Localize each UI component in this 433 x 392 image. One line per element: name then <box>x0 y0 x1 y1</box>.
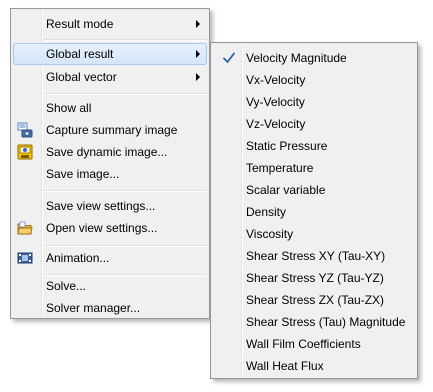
menu-separator <box>44 93 207 95</box>
menu-item-label: Velocity Magnitude <box>246 51 347 65</box>
menu-item-capture-summary-image[interactable]: Capture summary image <box>13 119 207 141</box>
menu-item-label: Density <box>246 205 287 219</box>
menu-item-label: Viscosity <box>246 227 294 241</box>
menu-item-label: Shear Stress ZX (Tau-ZX) <box>246 293 385 307</box>
menu-item-label: Vy-Velocity <box>246 95 305 109</box>
checkmark-icon <box>223 52 235 63</box>
menu-item-label: Global vector <box>46 70 117 84</box>
menu-separator <box>44 190 207 192</box>
submenu-item-shear-stress-yz[interactable]: Shear Stress YZ (Tau-YZ) <box>213 267 415 289</box>
menu-item-label: Vx-Velocity <box>246 73 306 87</box>
submenu-item-vx-velocity[interactable]: Vx-Velocity <box>213 69 415 91</box>
submenu-item-density[interactable]: Density <box>213 201 415 223</box>
context-menu: Result mode Global result Global vector … <box>10 8 210 319</box>
submenu-item-wall-film-coefficients[interactable]: Wall Film Coefficients <box>213 333 415 355</box>
menu-item-animation[interactable]: Animation... <box>13 247 207 269</box>
submenu-item-velocity-magnitude[interactable]: Velocity Magnitude <box>213 47 415 69</box>
menu-item-show-all[interactable]: Show all <box>13 97 207 119</box>
submenu-item-scalar-variable[interactable]: Scalar variable <box>213 179 415 201</box>
menu-item-global-result[interactable]: Global result <box>13 43 207 65</box>
film-strip-icon <box>17 252 33 264</box>
menu-separator <box>44 39 207 41</box>
submenu-arrow-icon <box>196 50 200 58</box>
menu-item-result-mode[interactable]: Result mode <box>13 13 207 35</box>
submenu-arrow-icon <box>196 73 200 81</box>
submenu-item-viscosity[interactable]: Viscosity <box>213 223 415 245</box>
menu-item-save-view-settings[interactable]: Save view settings... <box>13 195 207 217</box>
menu-item-solver-manager[interactable]: Solver manager... <box>13 297 207 319</box>
menu-item-label: Open view settings... <box>46 221 158 235</box>
menu-item-label: Save image... <box>46 167 120 181</box>
menu-item-label: Temperature <box>246 161 314 175</box>
submenu-item-shear-stress-zx[interactable]: Shear Stress ZX (Tau-ZX) <box>213 289 415 311</box>
menu-item-label: Save dynamic image... <box>46 145 168 159</box>
menu-item-label: Shear Stress XY (Tau-XY) <box>246 249 386 263</box>
submenu-item-temperature[interactable]: Temperature <box>213 157 415 179</box>
menu-item-open-view-settings[interactable]: Open view settings... <box>13 217 207 239</box>
global-result-submenu: Velocity Magnitude Vx-Velocity Vy-Veloci… <box>210 42 418 379</box>
menu-item-label: Capture summary image <box>46 123 178 137</box>
submenu-item-shear-stress-magnitude[interactable]: Shear Stress (Tau) Magnitude <box>213 311 415 333</box>
menu-item-label: Wall Heat Flux <box>246 359 324 373</box>
submenu-item-static-pressure[interactable]: Static Pressure <box>213 135 415 157</box>
submenu-item-wall-heat-flux[interactable]: Wall Heat Flux <box>213 355 415 377</box>
submenu-item-vy-velocity[interactable]: Vy-Velocity <box>213 91 415 113</box>
menu-item-save-image[interactable]: Save image... <box>13 163 207 185</box>
menu-item-label: Static Pressure <box>246 139 328 153</box>
menu-item-label: Vz-Velocity <box>246 117 306 131</box>
open-folder-icon <box>17 221 33 235</box>
save-dynamic-image-icon <box>17 144 33 160</box>
menu-item-label: Global result <box>46 47 114 61</box>
submenu-item-vz-velocity[interactable]: Vz-Velocity <box>213 113 415 135</box>
menu-item-solve[interactable]: Solve... <box>13 275 207 297</box>
submenu-arrow-icon <box>196 20 200 28</box>
menu-item-label: Shear Stress (Tau) Magnitude <box>246 315 406 329</box>
menu-item-label: Animation... <box>46 251 110 265</box>
menu-item-label: Shear Stress YZ (Tau-YZ) <box>246 271 384 285</box>
menu-item-label: Scalar variable <box>246 183 326 197</box>
menu-item-label: Wall Film Coefficients <box>246 337 361 351</box>
camera-summary-icon <box>17 122 33 138</box>
menu-item-label: Save view settings... <box>46 199 156 213</box>
menu-item-label: Solver manager... <box>46 301 141 315</box>
submenu-item-shear-stress-xy[interactable]: Shear Stress XY (Tau-XY) <box>213 245 415 267</box>
menu-item-label: Show all <box>46 101 92 115</box>
menu-item-global-vector[interactable]: Global vector <box>13 66 207 88</box>
menu-item-save-dynamic-image[interactable]: Save dynamic image... <box>13 141 207 163</box>
menu-item-label: Solve... <box>46 279 87 293</box>
menu-item-label: Result mode <box>46 17 114 31</box>
